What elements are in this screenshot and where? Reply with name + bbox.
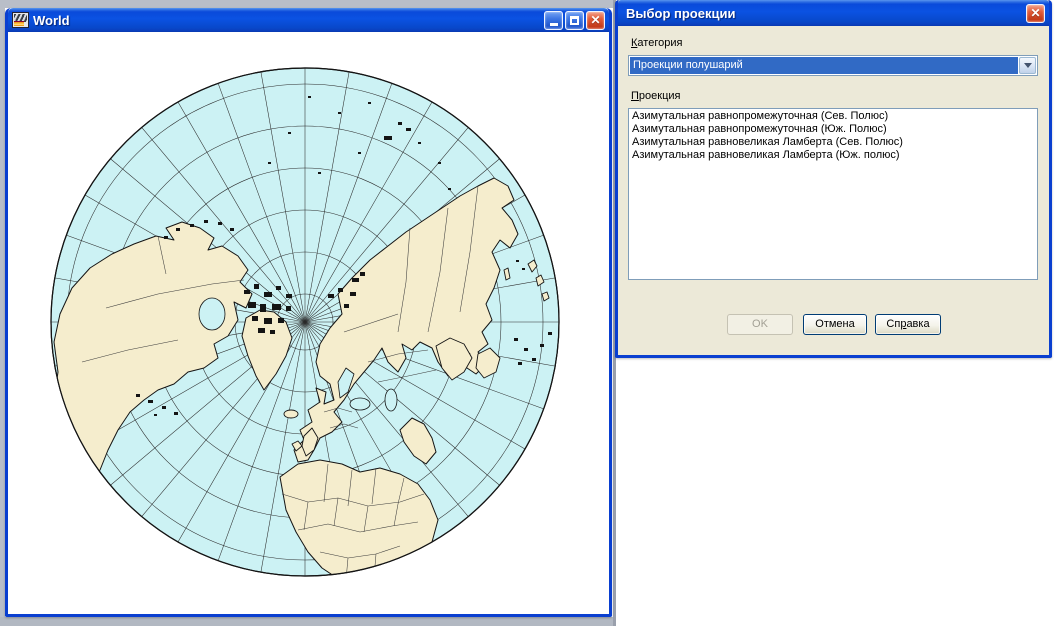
dialog-close-icon: ✕ <box>1030 7 1040 19</box>
close-icon: ✕ <box>590 14 600 26</box>
world-map-canvas[interactable] <box>8 32 609 614</box>
dialog-title: Выбор проекции <box>622 6 1026 21</box>
land-iceland <box>284 410 298 418</box>
projection-label-rest: роекция <box>639 90 681 102</box>
listbox-item[interactable]: Азимутальная равнопромежуточная (Сев. По… <box>629 110 1037 123</box>
workspace-edge-bottom <box>0 617 616 626</box>
combobox-selected-value: Проекции полушарий <box>630 57 1018 74</box>
minimize-button[interactable] <box>544 11 563 30</box>
dialog-button-row: OK Отмена Справка <box>618 314 1049 336</box>
dialog-close-button[interactable]: ✕ <box>1026 4 1045 23</box>
combobox-dropdown-button[interactable] <box>1019 57 1036 74</box>
minimize-icon <box>550 23 558 26</box>
help-button[interactable]: Справка <box>875 314 941 335</box>
world-titlebar[interactable]: World ✕ <box>8 8 609 32</box>
listbox-item[interactable]: Азимутальная равновеликая Ламберта (Юж. … <box>629 149 1037 162</box>
window-title: World <box>29 13 544 28</box>
help-label-pre: Сп <box>886 318 900 330</box>
world-window: World ✕ <box>5 8 612 617</box>
dialog-body: Категория Проекции полушарий Проекция Аз… <box>618 26 1049 355</box>
projection-label: Проекция <box>631 90 680 102</box>
desktop-background: { "window": { "title": "World", "close_i… <box>0 0 1057 626</box>
projection-label-hotkey: П <box>631 90 639 102</box>
category-label-rest: атегория <box>637 37 682 49</box>
maximize-button[interactable] <box>565 11 584 30</box>
listbox-item[interactable]: Азимутальная равновеликая Ламберта (Сев.… <box>629 136 1037 149</box>
workspace-edge-top <box>0 0 615 8</box>
category-combobox[interactable]: Проекции полушарий <box>628 55 1038 76</box>
maximize-icon <box>570 16 579 25</box>
projection-dialog: Выбор проекции ✕ Категория Проекции полу… <box>615 0 1052 358</box>
map-client-area[interactable] <box>8 32 609 614</box>
projection-listbox[interactable]: Азимутальная равнопромежуточная (Сев. По… <box>628 108 1038 280</box>
map-document-icon <box>12 12 29 28</box>
category-label: Категория <box>631 37 682 49</box>
help-label-post: авка <box>906 318 929 330</box>
close-button[interactable]: ✕ <box>586 11 605 30</box>
dialog-titlebar[interactable]: Выбор проекции ✕ <box>618 0 1049 26</box>
ok-button: OK <box>727 314 793 335</box>
listbox-item[interactable]: Азимутальная равнопромежуточная (Юж. Пол… <box>629 123 1037 136</box>
cancel-button[interactable]: Отмена <box>803 314 867 335</box>
chevron-down-icon <box>1024 63 1032 68</box>
